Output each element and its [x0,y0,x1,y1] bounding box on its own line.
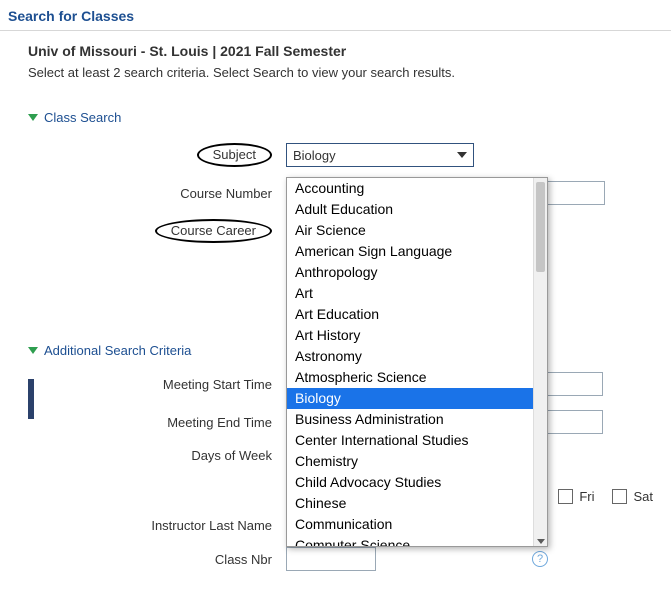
class-nbr-input[interactable] [286,547,376,571]
day-checkbox-sat[interactable]: Sat [612,489,653,504]
dropdown-option[interactable]: Business Administration [287,409,547,430]
checkbox-box [612,489,627,504]
page-title: Search for Classes [0,0,671,31]
days-of-week-label: Days of Week [28,448,286,463]
dropdown-option[interactable]: Computer Science [287,535,547,547]
dropdown-option[interactable]: Art [287,283,547,304]
class-search-form: Subject Biology AccountingAdult Educatio… [28,143,671,571]
dropdown-option[interactable]: Chinese [287,493,547,514]
scrollbar-down-icon [537,539,545,544]
subject-circled: Subject [197,143,272,167]
day-sat-label: Sat [633,489,653,504]
dropdown-option[interactable]: Atmospheric Science [287,367,547,388]
course-career-label-wrap: Course Career [28,219,286,243]
section-class-search-label: Class Search [44,110,121,125]
dropdown-option[interactable]: Chemistry [287,451,547,472]
dropdown-option[interactable]: American Sign Language [287,241,547,262]
dropdown-option[interactable]: Art History [287,325,547,346]
subject-label: Subject [28,143,286,167]
checkbox-box [558,489,573,504]
context-line: Univ of Missouri - St. Louis | 2021 Fall… [28,43,671,59]
triangle-down-icon [28,347,38,354]
course-number-input[interactable] [540,181,605,205]
subject-select[interactable]: Biology [286,143,474,167]
help-icon[interactable]: ? [532,551,548,567]
instructor-last-name-label: Instructor Last Name [28,518,286,533]
scrollbar-thumb[interactable] [536,182,545,272]
meeting-start-label: Meeting Start Time [28,377,286,392]
subject-dropdown-list[interactable]: AccountingAdult EducationAir ScienceAmer… [286,177,548,547]
dropdown-option[interactable]: Communication [287,514,547,535]
chevron-down-icon [457,152,467,158]
dropdown-option[interactable]: Center International Studies [287,430,547,451]
meeting-end-label: Meeting End Time [28,415,286,430]
dropdown-option[interactable]: Biology [287,388,547,409]
dropdown-option[interactable]: Air Science [287,220,547,241]
dropdown-option[interactable]: Anthropology [287,262,547,283]
class-nbr-label: Class Nbr [28,552,286,567]
dropdown-option[interactable]: Adult Education [287,199,547,220]
section-additional-label: Additional Search Criteria [44,343,191,358]
instruction-text: Select at least 2 search criteria. Selec… [28,65,671,80]
dropdown-option[interactable]: Child Advocacy Studies [287,472,547,493]
dropdown-scrollbar[interactable] [533,178,547,546]
course-number-label: Course Number [28,186,286,201]
subject-select-value: Biology [293,148,336,163]
course-career-circled: Course Career [155,219,272,243]
content: Univ of Missouri - St. Louis | 2021 Fall… [0,31,671,571]
section-class-search-toggle[interactable]: Class Search [28,110,671,125]
dropdown-option[interactable]: Art Education [287,304,547,325]
dropdown-option[interactable]: Astronomy [287,346,547,367]
day-fri-label: Fri [579,489,594,504]
triangle-down-icon [28,114,38,121]
dropdown-option[interactable]: Accounting [287,178,547,199]
day-checkbox-fri[interactable]: Fri [558,489,594,504]
